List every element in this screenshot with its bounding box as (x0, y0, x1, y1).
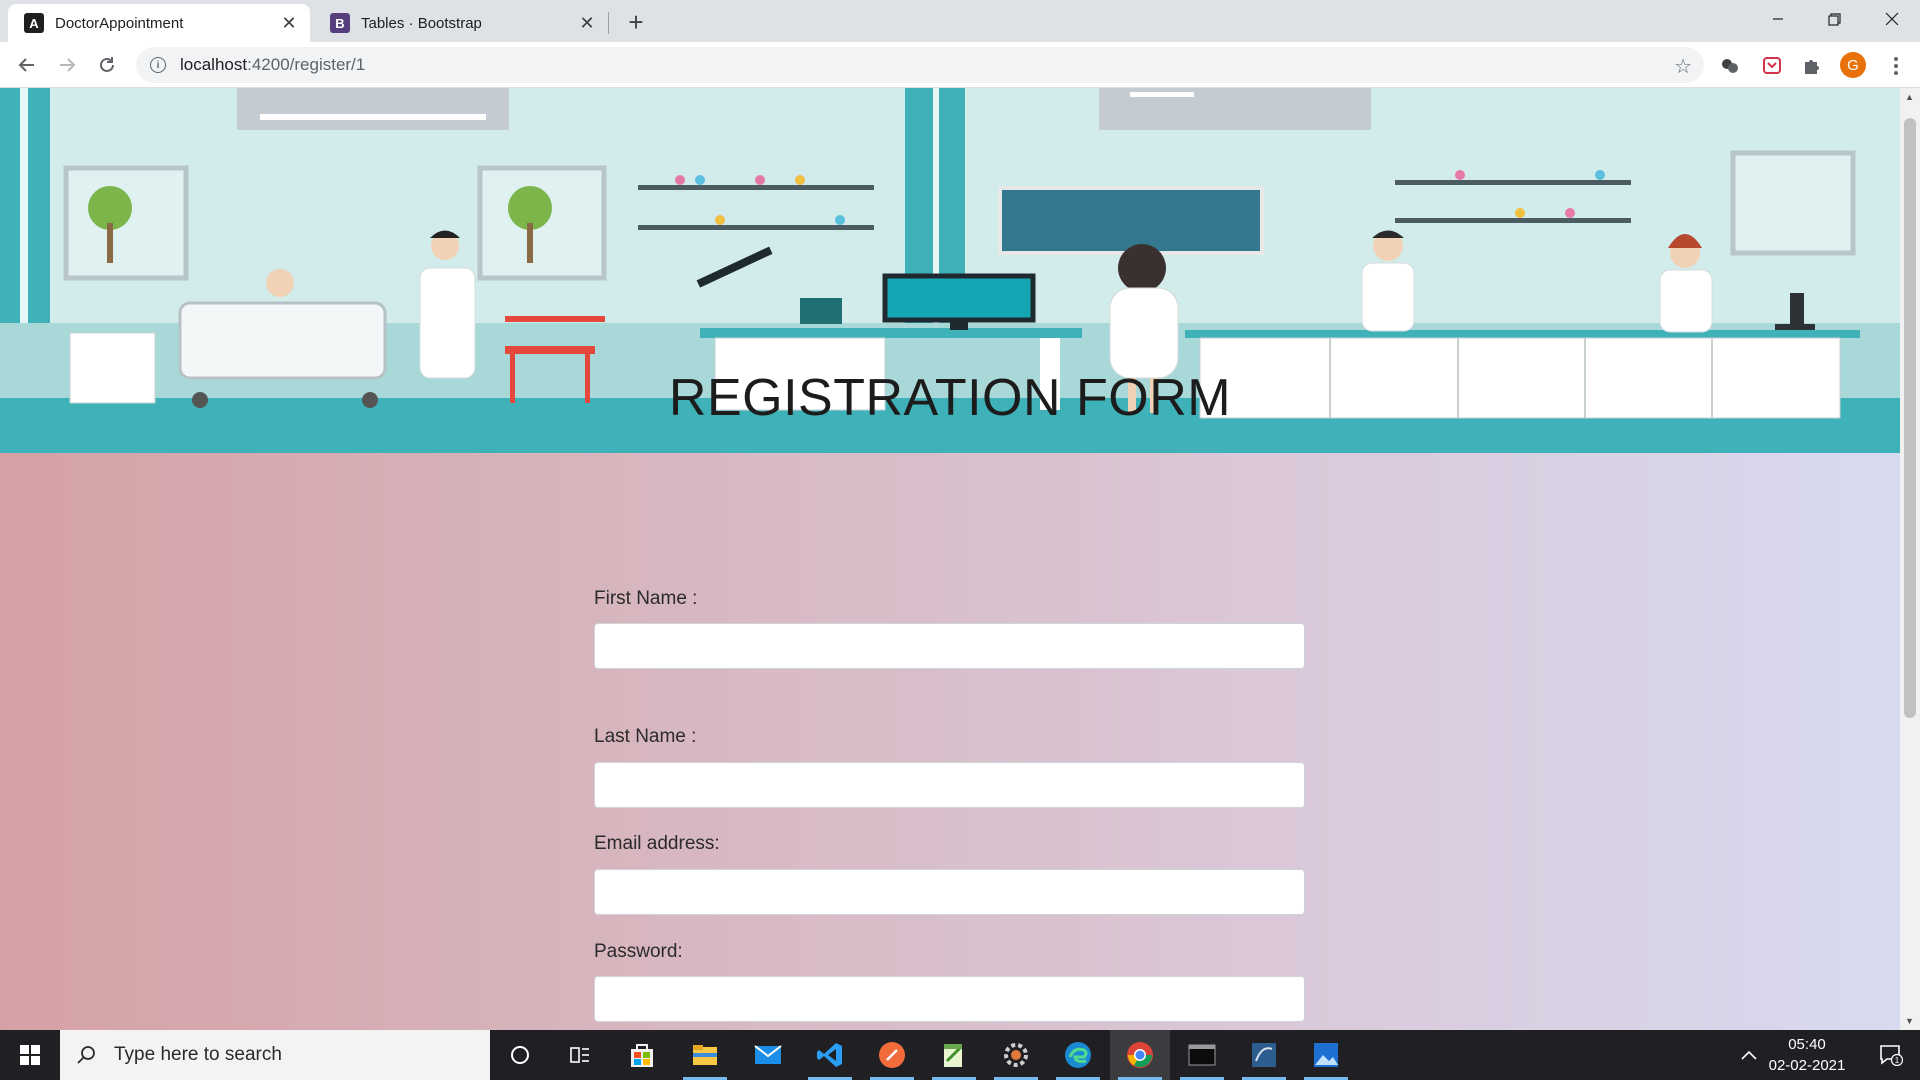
first-name-label: First Name : (594, 588, 698, 609)
scroll-down-arrow-icon[interactable]: ▼ (1905, 1016, 1914, 1026)
angular-icon: A (24, 13, 44, 33)
search-icon (77, 1046, 95, 1064)
arrow-left-icon (18, 58, 34, 72)
password-input[interactable] (594, 976, 1305, 1022)
notification-count: 1 (1895, 1056, 1900, 1065)
pocket-extension-icon[interactable] (1760, 54, 1784, 78)
taskbar-clock[interactable]: 05:40 02-02-2021 (1752, 1034, 1862, 1076)
tab-title: DoctorAppointment (55, 14, 184, 32)
url-path: :4200/register/1 (247, 55, 366, 74)
puzzle-extensions-icon[interactable] (1800, 54, 1824, 78)
first-name-input[interactable] (594, 623, 1305, 669)
minimize-icon (1772, 18, 1783, 20)
tab-tables-bootstrap[interactable]: B Tables · Bootstrap ✕ (314, 4, 608, 42)
photos-icon[interactable] (1296, 1030, 1356, 1080)
close-tab-icon[interactable]: ✕ (276, 10, 302, 36)
postman-icon[interactable] (862, 1030, 922, 1080)
page-viewport: REGISTRATION FORM First Name : Last Name… (0, 88, 1900, 1030)
windows-logo-icon (20, 1045, 40, 1065)
scroll-up-arrow-icon[interactable]: ▲ (1905, 92, 1914, 102)
terminal-icon[interactable] (1172, 1030, 1232, 1080)
search-placeholder: Type here to search (114, 1044, 282, 1065)
mail-icon[interactable] (738, 1030, 798, 1080)
clock-date: 02-02-2021 (1768, 1057, 1846, 1074)
restore-icon (1828, 12, 1841, 26)
last-name-input[interactable] (594, 762, 1305, 808)
minimize-button[interactable] (1749, 0, 1806, 38)
url-host: localhost (180, 55, 248, 74)
email-label: Email address: (594, 833, 720, 854)
close-window-button[interactable] (1863, 0, 1920, 38)
last-name-label: Last Name : (594, 726, 697, 747)
chrome-menu-icon[interactable] (1884, 54, 1908, 78)
bootstrap-icon: B (330, 13, 350, 33)
address-bar[interactable]: i localhost:4200/register/1 ☆ (136, 47, 1704, 83)
extension-icon[interactable] (1718, 54, 1742, 78)
start-button[interactable] (0, 1030, 60, 1080)
tab-doctor-appointment[interactable]: A DoctorAppointment ✕ (8, 4, 310, 42)
page-scrollbar[interactable]: ▲ ▼ (1900, 88, 1920, 1030)
clock-time: 05:40 (1788, 1036, 1826, 1053)
email-input[interactable] (594, 869, 1305, 915)
site-info-icon[interactable]: i (150, 57, 166, 73)
back-button[interactable] (11, 49, 43, 81)
windows-taskbar: Type here to search 05:40 02-02-2021 1 (0, 1030, 1920, 1080)
task-view-icon[interactable] (550, 1030, 610, 1080)
taskbar-search-box[interactable]: Type here to search (60, 1030, 490, 1080)
arrow-right-icon (60, 58, 76, 72)
edge-icon[interactable] (1048, 1030, 1108, 1080)
notepad-icon[interactable] (924, 1030, 984, 1080)
reload-button[interactable] (91, 49, 123, 81)
settings-icon[interactable] (986, 1030, 1046, 1080)
profile-avatar[interactable]: G (1840, 52, 1866, 78)
browser-tab-strip: A DoctorAppointment ✕ B Tables · Bootstr… (0, 0, 1920, 42)
vscode-icon[interactable] (800, 1030, 860, 1080)
notification-center-icon[interactable]: 1 (1866, 1030, 1916, 1080)
new-tab-button[interactable]: + (622, 7, 650, 37)
close-tab-icon[interactable]: ✕ (574, 10, 600, 36)
tab-title: Tables · Bootstrap (361, 14, 482, 32)
bookmark-star-icon[interactable]: ☆ (1674, 54, 1692, 79)
close-icon (1885, 12, 1898, 26)
password-label: Password: (594, 941, 683, 962)
reload-icon (100, 57, 114, 72)
page-title: REGISTRATION FORM (668, 369, 1232, 427)
browser-toolbar: i localhost:4200/register/1 ☆ (0, 42, 1920, 88)
file-explorer-icon[interactable] (675, 1030, 735, 1080)
cortana-icon[interactable] (490, 1030, 550, 1080)
restore-button[interactable] (1806, 0, 1863, 38)
sql-icon[interactable] (1234, 1030, 1294, 1080)
url-text: localhost:4200/register/1 (180, 55, 365, 75)
scrollbar-thumb[interactable] (1904, 118, 1916, 718)
forward-button[interactable] (51, 49, 83, 81)
store-icon[interactable] (612, 1030, 672, 1080)
chrome-icon[interactable] (1110, 1030, 1170, 1080)
tab-divider (608, 12, 609, 34)
